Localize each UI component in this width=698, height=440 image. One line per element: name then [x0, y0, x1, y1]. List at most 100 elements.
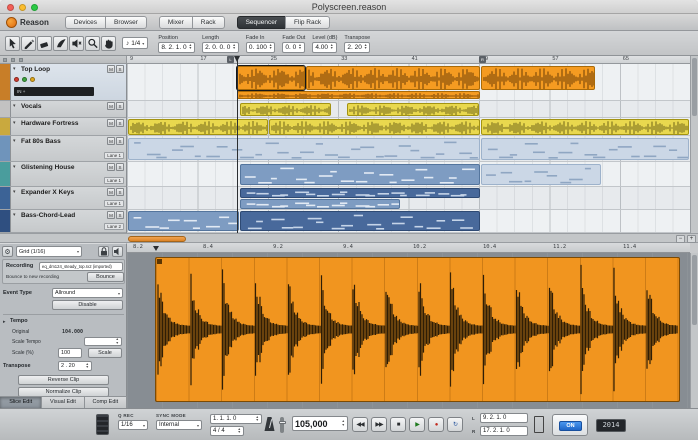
slice-edit-button[interactable]: Slice Edit: [0, 397, 42, 408]
editor-vertical-scrollbar[interactable]: [690, 253, 698, 408]
stepper-icon[interactable]: ▲▼: [364, 44, 367, 50]
track-header-fat-80s-bass[interactable]: ▾Fat 80s BassMSLane 1: [0, 136, 127, 162]
right-locator[interactable]: R: [479, 56, 486, 63]
chevron-down-icon[interactable]: ▾: [13, 138, 16, 144]
chevron-down-icon[interactable]: ▾: [13, 103, 16, 109]
click-level-slider[interactable]: [280, 417, 284, 433]
clip-vocals[interactable]: [240, 103, 331, 116]
hand-tool-button[interactable]: [101, 36, 116, 51]
field-length-value[interactable]: 2. 0. 0. 0▲▼: [202, 42, 239, 53]
clip-vocals[interactable]: [347, 103, 479, 116]
track-header-expander-x-keys[interactable]: ▾Expander X KeysMSLane 1: [0, 187, 127, 210]
slice-editor[interactable]: [127, 253, 690, 408]
bar-ruler[interactable]: 917253341495765 L R: [127, 56, 690, 64]
reverse-clip-button[interactable]: Reverse Clip: [18, 375, 109, 385]
track-solo-button[interactable]: S: [116, 211, 124, 219]
list-icon[interactable]: [19, 58, 23, 62]
eraser-tool-button[interactable]: [37, 36, 52, 51]
pencil-mini-icon[interactable]: [11, 58, 15, 62]
monitor-icon[interactable]: [22, 77, 27, 82]
clip-hardware-fortress[interactable]: [128, 119, 268, 135]
stepper-icon[interactable]: ▲▼: [269, 44, 272, 50]
track-solo-button[interactable]: S: [116, 65, 124, 73]
left-locator[interactable]: L: [227, 56, 234, 63]
clip-hardware-fortress[interactable]: [269, 119, 480, 135]
track-mute-button[interactable]: M: [107, 163, 115, 171]
clip-bass-chord-lead[interactable]: [128, 211, 239, 231]
song-position-display[interactable]: 1. 1. 1. 0 ▲▼: [210, 414, 262, 424]
track-mute-button[interactable]: M: [107, 188, 115, 196]
track-header-hardware-fortress[interactable]: ▾Hardware FortressMS: [0, 118, 127, 136]
toolbar-button-browser[interactable]: Browser: [105, 16, 147, 29]
track-mute-button[interactable]: M: [107, 211, 115, 219]
magnify-tool-button[interactable]: [85, 36, 100, 51]
clip-handle[interactable]: [157, 259, 162, 264]
field-fade-in-value[interactable]: 0. 100▲▼: [246, 42, 276, 53]
scale-button[interactable]: Scale: [88, 348, 122, 358]
field-transpose-value[interactable]: 2. 20▲▼: [344, 42, 370, 53]
field-position-value[interactable]: 8. 2. 1. 0▲▼: [158, 42, 195, 53]
clip-top-loop[interactable]: [306, 66, 480, 90]
stepper-icon[interactable]: ▲▼: [232, 44, 235, 50]
chevron-down-icon[interactable]: ▾: [13, 164, 16, 170]
disable-button[interactable]: Disable: [52, 300, 123, 310]
speaker-icon[interactable]: [112, 246, 123, 257]
arrangement[interactable]: [127, 64, 690, 233]
chevron-down-icon[interactable]: ▾: [13, 189, 16, 195]
track-mute-button[interactable]: M: [107, 137, 115, 145]
stepper-icon[interactable]: ▲▼: [238, 428, 241, 434]
pencil-tool-button[interactable]: [21, 36, 36, 51]
clip-bass-chord-lead[interactable]: [240, 211, 480, 231]
transport-record-button[interactable]: ●: [428, 417, 444, 432]
scrollbar-thumb[interactable]: [692, 255, 697, 325]
on-button[interactable]: ON: [559, 421, 582, 431]
clip-top-loop[interactable]: [481, 66, 595, 90]
clip-fat-80s-bass[interactable]: [128, 138, 480, 160]
field-level-db--value[interactable]: 4.00▲▼: [312, 42, 337, 53]
clip-expander-x-keys[interactable]: [240, 199, 400, 209]
toolbar-button-rack[interactable]: Rack: [192, 16, 225, 29]
metronome-icon[interactable]: [264, 416, 275, 434]
track-mute-button[interactable]: M: [107, 65, 115, 73]
chevron-down-icon[interactable]: ▾: [13, 120, 16, 126]
track-header-vocals[interactable]: ▾VocalsMS: [0, 101, 127, 118]
visual-edit-button[interactable]: Visual Edit: [42, 397, 84, 408]
scrollbar-thumb[interactable]: [128, 236, 186, 242]
track-mute-button[interactable]: M: [107, 119, 115, 127]
toolbar-button-sequencer[interactable]: Sequencer: [237, 16, 286, 29]
clip-top-loop[interactable]: [237, 91, 480, 99]
chevron-down-icon[interactable]: ▾: [13, 212, 16, 218]
stepper-icon[interactable]: ▲▼: [330, 44, 333, 50]
stepper-icon[interactable]: ▲▼: [298, 44, 301, 50]
selection-tool-button[interactable]: [5, 36, 20, 51]
toolbar-button-mixer[interactable]: Mixer: [159, 16, 193, 29]
chevron-down-icon[interactable]: ▾: [13, 66, 16, 72]
stepper-icon[interactable]: ▲▼: [86, 363, 89, 369]
event-type-dropdown[interactable]: Allround ▾: [52, 288, 123, 298]
bounce-button[interactable]: Bounce: [87, 272, 124, 282]
transport-fast-forward-button[interactable]: ▶▶: [371, 417, 387, 432]
clip-fat-80s-bass[interactable]: [481, 138, 689, 160]
field-fade-out-value[interactable]: 0. 0▲▼: [282, 42, 305, 53]
track-solo-button[interactable]: S: [116, 137, 124, 145]
record-arm-icon[interactable]: [14, 77, 19, 82]
mute-tool-button[interactable]: [69, 36, 84, 51]
track-header-top-loop[interactable]: ▾Top LoopMSIN +: [0, 64, 127, 101]
scale-tempo-field[interactable]: ▲▼: [84, 337, 122, 346]
transport-stop-button[interactable]: ■: [390, 417, 406, 432]
arrangement-vertical-scrollbar[interactable]: [690, 56, 698, 233]
tempo-display[interactable]: 105,000 ▲▼: [292, 416, 348, 431]
razor-tool-button[interactable]: [53, 36, 68, 51]
time-signature-display[interactable]: 4 / 4 ▲▼: [210, 426, 244, 436]
tuner-icon[interactable]: [30, 77, 35, 82]
toolbar-button-flip-rack[interactable]: Flip Rack: [285, 16, 330, 29]
sync-mode-dropdown[interactable]: Internal ▾: [156, 420, 202, 430]
scale-percent-field[interactable]: 100: [58, 348, 82, 358]
stepper-icon[interactable]: ▲▼: [116, 338, 119, 344]
track-header-glistening-house[interactable]: ▾Glistening HouseMSLane 1: [0, 162, 127, 187]
quantize-grid-dropdown[interactable]: 1/16 ▾: [118, 420, 148, 430]
clip-top-loop[interactable]: [237, 66, 305, 90]
track-header-bass-chord-lead[interactable]: ▾Bass-Chord-LeadMSLane 2: [0, 210, 127, 233]
editor-grid-dropdown[interactable]: Grid (1/16) ▾: [16, 246, 82, 257]
clip-glistening-house[interactable]: [481, 164, 601, 185]
